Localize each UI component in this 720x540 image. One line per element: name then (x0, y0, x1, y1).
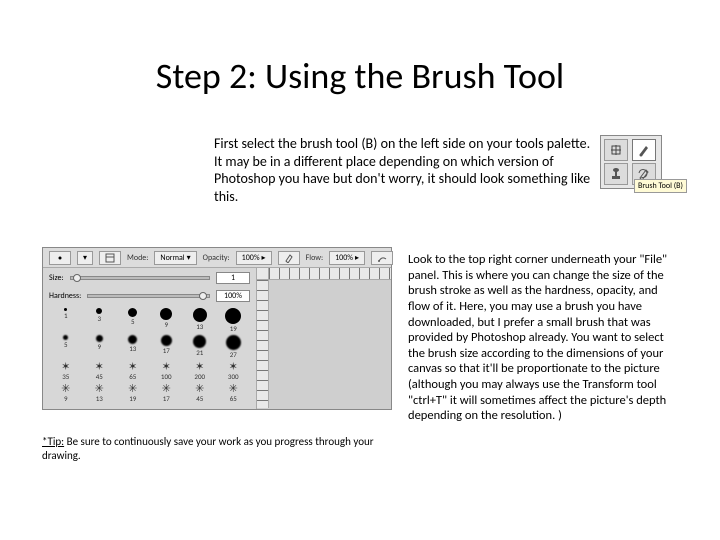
body-paragraph: Look to the top right corner underneath … (408, 252, 680, 424)
intro-paragraph: First select the brush tool (B) on the l… (214, 135, 596, 205)
brush-swatch: ✶35 (49, 361, 83, 381)
brush-swatch: 9 (83, 335, 117, 359)
mode-value: Normal ▾ (154, 251, 196, 265)
heal-tool-icon (604, 139, 628, 161)
hardness-value: 100% (216, 290, 250, 302)
brush-tool-icon (632, 139, 656, 161)
flow-label: Flow: (306, 253, 324, 263)
tools-palette-figure: Brush Tool (B) (600, 135, 700, 189)
options-bar-figure: ▾ Mode: Normal ▾ Opacity: 100% ▸ Flow: 1… (42, 247, 392, 410)
opacity-label: Opacity: (203, 253, 230, 263)
brush-swatch: ✳9 (49, 383, 83, 403)
tip-paragraph: *Tip: Be sure to continuously save your … (42, 435, 382, 463)
brush-swatch: 19 (217, 308, 251, 333)
options-bar: ▾ Mode: Normal ▾ Opacity: 100% ▸ Flow: 1… (43, 248, 391, 268)
brush-swatch-grid: 1 3 5 9 13 19 5 9 13 17 21 27 ✶35 ✶45 ✶6… (49, 308, 250, 403)
brush-swatch: ✳17 (150, 383, 184, 403)
brush-preview-icon (49, 251, 71, 265)
mode-label: Mode: (127, 253, 148, 263)
tip-label: *Tip: (42, 435, 64, 448)
airbrush-icon (371, 251, 393, 265)
brush-swatch: 3 (83, 308, 117, 333)
size-slider (70, 276, 210, 280)
brush-swatch: ✶100 (150, 361, 184, 381)
brush-swatch: ✶200 (183, 361, 217, 381)
page-title: Step 2: Using the Brush Tool (0, 54, 720, 98)
brush-swatch: 17 (150, 335, 184, 359)
stamp-tool-icon (604, 163, 628, 185)
brush-swatch: 9 (150, 308, 184, 333)
brush-panel-icon (99, 251, 121, 265)
brush-tooltip: Brush Tool (B) (634, 179, 687, 193)
brush-swatch: 5 (49, 335, 83, 359)
tip-body: Be sure to continuously save your work a… (42, 435, 374, 462)
brush-swatch: 5 (116, 308, 150, 333)
hardness-label: Hardness: (49, 291, 81, 301)
brush-swatch: ✶300 (217, 361, 251, 381)
brush-swatch: ✳19 (116, 383, 150, 403)
size-label: Size: (49, 273, 64, 283)
brush-preset-panel: Size: 1 Hardness: 100% 1 3 5 9 13 19 5 9 (43, 268, 257, 409)
brush-swatch: 27 (217, 335, 251, 359)
brush-swatch: ✶45 (83, 361, 117, 381)
brush-swatch: 13 (183, 308, 217, 333)
size-value: 1 (216, 272, 250, 284)
tablet-pressure-icon (278, 251, 300, 265)
brush-swatch: 13 (116, 335, 150, 359)
brush-swatch: ✳65 (217, 383, 251, 403)
brush-swatch: ✳13 (83, 383, 117, 403)
canvas-area (257, 268, 391, 409)
brush-swatch: ✶65 (116, 361, 150, 381)
flow-value: 100% ▸ (329, 251, 365, 265)
brush-swatch: ✳45 (183, 383, 217, 403)
hardness-slider (87, 294, 210, 298)
opacity-value: 100% ▸ (236, 251, 272, 265)
brush-swatch: 1 (49, 308, 83, 333)
brush-swatch: 21 (183, 335, 217, 359)
brush-picker-icon: ▾ (77, 251, 93, 265)
